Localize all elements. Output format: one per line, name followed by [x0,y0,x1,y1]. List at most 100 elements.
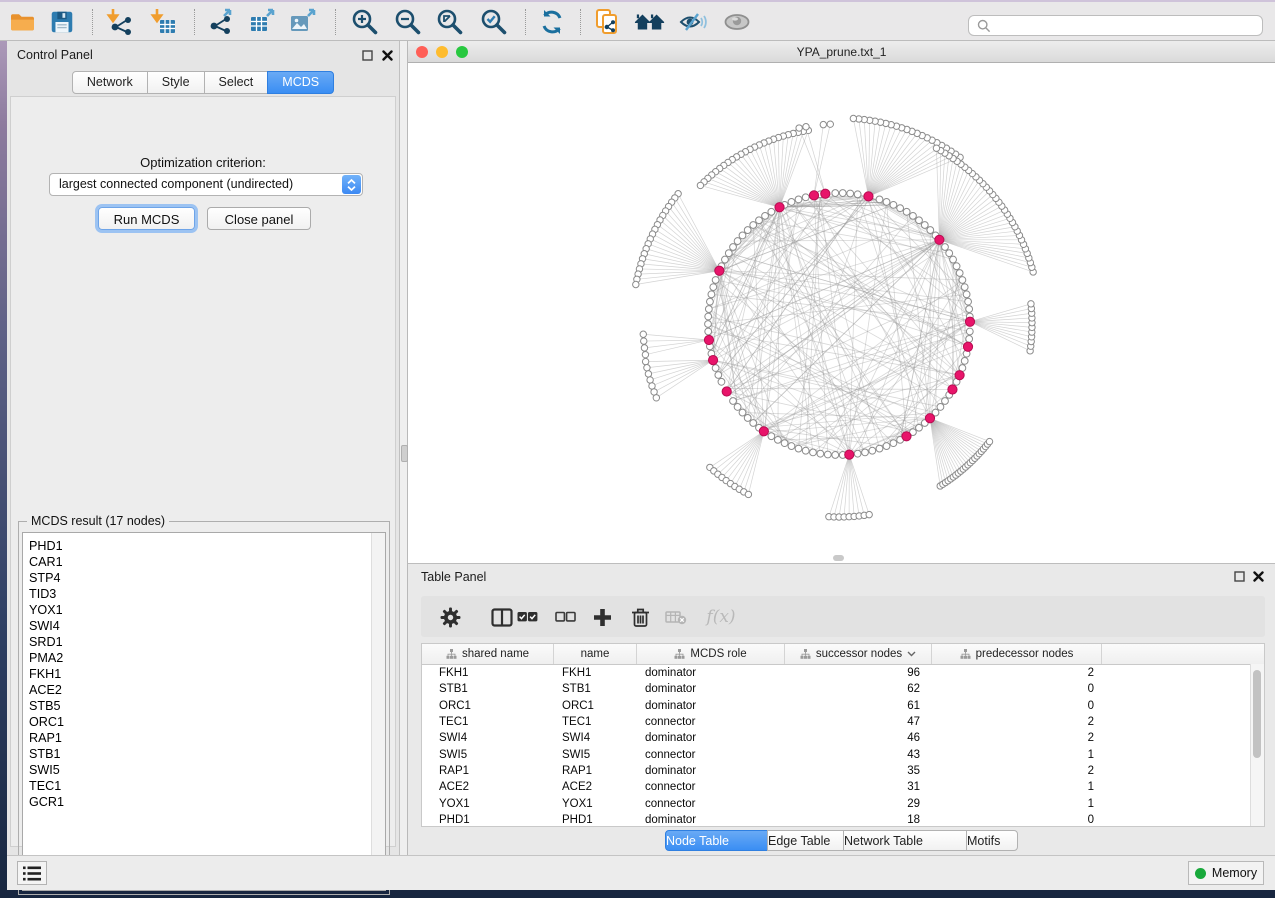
table-row[interactable]: ACE2ACE2connector311 [422,779,1264,795]
refresh-button[interactable] [535,5,569,39]
table-settings-button[interactable] [437,604,463,630]
network-node[interactable] [937,404,944,411]
network-node[interactable] [832,452,839,459]
network-leaf-node[interactable] [644,365,650,371]
column-header-mcds-role[interactable]: MCDS role [637,644,785,664]
network-leaf-node[interactable] [986,438,992,444]
delete-row-button[interactable] [627,604,653,630]
table-row[interactable]: ORC1ORC1dominator610 [422,698,1264,714]
network-node[interactable] [961,284,968,291]
network-node[interactable] [762,212,769,219]
network-leaf-node[interactable] [820,121,826,127]
network-node[interactable] [950,256,957,263]
network-node[interactable] [739,232,746,239]
network-node[interactable] [781,440,788,447]
network-node[interactable] [768,208,775,215]
network-node[interactable] [869,447,876,454]
table-row[interactable]: SWI5SWI5connector431 [422,746,1264,762]
network-leaf-node[interactable] [642,358,648,364]
network-leaf-node[interactable] [796,125,802,131]
network-node[interactable] [802,447,809,454]
tab-motifs[interactable]: Motifs [966,830,1018,851]
open-file-button[interactable] [6,5,40,39]
search-input[interactable] [995,17,1262,35]
mcds-node[interactable] [759,427,768,436]
table-row[interactable]: STB1STB1dominator620 [422,681,1264,697]
network-node[interactable] [817,450,824,457]
network-node[interactable] [946,250,953,257]
table-scrollbar[interactable] [1250,664,1264,826]
tab-network-table[interactable]: Network Table [843,830,967,851]
network-node[interactable] [802,194,809,201]
tab-style[interactable]: Style [147,71,205,94]
table-row[interactable]: PHD1PHD1dominator180 [422,812,1264,828]
export-network-button[interactable] [205,5,239,39]
network-node[interactable] [966,336,973,343]
network-leaf-node[interactable] [803,124,809,130]
network-node[interactable] [854,191,861,198]
mcds-result-item[interactable]: FKH1 [23,666,371,682]
mcds-node[interactable] [902,432,911,441]
mcds-result-item[interactable]: ACE2 [23,682,371,698]
close-panel-button[interactable]: Close panel [207,207,311,230]
network-node[interactable] [744,227,751,234]
table-row[interactable]: FKH1FKH1dominator962 [422,665,1264,681]
network-node[interactable] [718,378,725,385]
mcds-node[interactable] [722,387,731,396]
network-node[interactable] [788,443,795,450]
table-row[interactable]: TEC1TEC1connector472 [422,714,1264,730]
close-panel-icon[interactable] [380,48,394,62]
network-node[interactable] [963,291,970,298]
zoom-out-button[interactable] [391,5,425,39]
column-header-successor-nodes[interactable]: successor nodes [785,644,932,664]
network-node[interactable] [966,306,973,313]
network-leaf-node[interactable] [641,345,647,351]
network-node[interactable] [756,217,763,224]
network-node[interactable] [705,328,712,335]
network-node[interactable] [788,199,795,206]
save-session-button[interactable] [45,5,79,39]
network-node[interactable] [910,212,917,219]
import-network-button[interactable] [103,5,137,39]
close-table-panel-icon[interactable] [1251,569,1265,583]
network-node[interactable] [854,450,861,457]
network-node[interactable] [705,313,712,320]
network-leaf-node[interactable] [933,145,939,151]
tab-network[interactable]: Network [72,71,148,94]
mcds-node[interactable] [925,414,934,423]
tab-edge-table[interactable]: Edge Table [767,830,844,851]
network-node[interactable] [715,372,722,379]
network-node[interactable] [959,277,966,284]
network-leaf-node[interactable] [866,511,872,517]
network-node[interactable] [883,443,890,450]
mcds-node[interactable] [963,342,972,351]
network-canvas[interactable] [408,63,1275,563]
mcds-node[interactable] [809,191,818,200]
tab-mcds[interactable]: MCDS [267,71,334,94]
add-row-button[interactable] [589,604,615,630]
network-node[interactable] [774,436,781,443]
network-node[interactable] [862,449,869,456]
mcds-node[interactable] [935,235,944,244]
network-node[interactable] [824,451,831,458]
network-node[interactable] [734,238,741,245]
float-panel-icon[interactable] [360,48,374,62]
network-node[interactable] [921,222,928,229]
zoom-selected-button[interactable] [477,5,511,39]
mcds-result-item[interactable]: STB5 [23,698,371,714]
network-node[interactable] [712,365,719,372]
hide-selected-button[interactable] [676,5,710,39]
mcds-result-item[interactable]: SWI4 [23,618,371,634]
network-leaf-node[interactable] [745,491,751,497]
network-leaf-node[interactable] [645,371,651,377]
column-header-name[interactable]: name [554,644,637,664]
mcds-node[interactable] [948,385,957,394]
mcds-result-item[interactable]: STB1 [23,746,371,762]
mcds-node[interactable] [864,192,873,201]
optimization-criterion-select[interactable]: largest connected component (undirected) [49,173,363,196]
network-node[interactable] [916,217,923,224]
table-scroll-thumb[interactable] [1253,670,1261,758]
network-leaf-node[interactable] [827,121,833,127]
mcds-result-item[interactable]: TID3 [23,586,371,602]
network-leaf-node[interactable] [1028,301,1034,307]
